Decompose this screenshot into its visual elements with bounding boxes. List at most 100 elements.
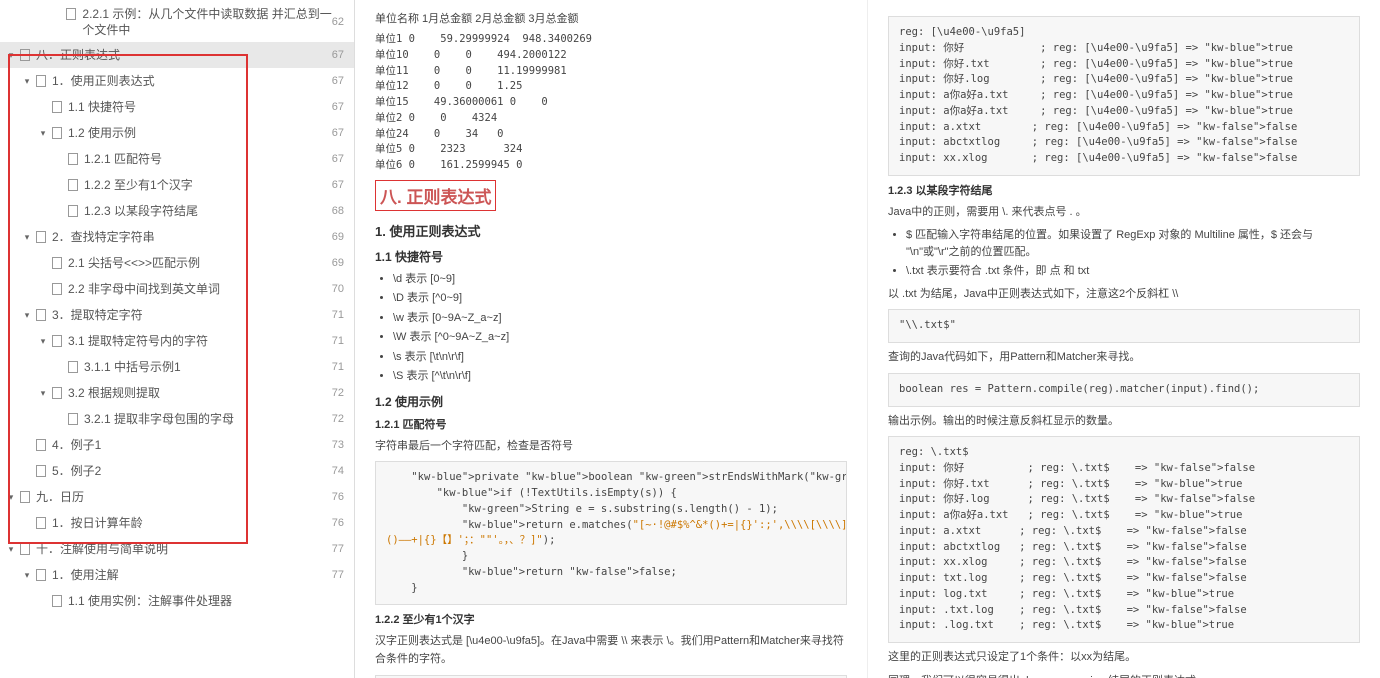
page-icon	[20, 543, 30, 555]
toggle-icon[interactable]: ▾	[22, 570, 32, 580]
toggle-icon	[22, 466, 32, 476]
heading-match-symbol: 1.2.1 匹配符号	[375, 416, 847, 432]
toggle-icon	[38, 596, 48, 606]
list-item: \s 表示 [\t\n\r\f]	[393, 349, 847, 366]
para-output-desc: 输出示例。输出的时候注意反斜杠显示的数量。	[888, 413, 1360, 431]
page-number: 67	[332, 127, 344, 139]
toc-item[interactable]: ▾八．正则表达式67	[0, 42, 354, 68]
toc-item[interactable]: ▾2．查找特定字符串69	[0, 224, 354, 250]
toc-item[interactable]: 5．例子274	[0, 458, 354, 484]
toc-item[interactable]: ▾十．注解使用与简单说明77	[0, 536, 354, 562]
page-left: 单位名称 1月总金额 2月总金额 3月总金额 单位1 0 59.29999924…	[355, 0, 867, 678]
page-icon	[52, 101, 62, 113]
list-item: \W 表示 [^0~9A~Z_a~z]	[393, 329, 847, 346]
page-icon	[20, 491, 30, 503]
toggle-icon[interactable]: ▾	[22, 232, 32, 242]
toc-item[interactable]: ▾3.2 根据规则提取72	[0, 380, 354, 406]
toggle-icon[interactable]: ▾	[6, 544, 16, 554]
para-hanzi-desc: 汉字正则表达式是 [\u4e00-\u9fa5]。在Java中需要 \\ 来表示…	[375, 633, 847, 668]
page-number: 71	[332, 309, 344, 321]
toc-label: 4．例子1	[52, 437, 101, 453]
toc-label: 3.2.1 提取非字母包围的字母	[84, 411, 234, 427]
page-icon	[68, 413, 78, 425]
toggle-icon	[38, 102, 48, 112]
toggle-icon[interactable]: ▾	[6, 492, 16, 502]
page-number: 67	[332, 75, 344, 87]
toc-item[interactable]: 1.1 快捷符号 67	[0, 94, 354, 120]
heading-end-with: 1.2.3 以某段字符结尾	[888, 182, 1360, 198]
toc-item[interactable]: 3.1.1 中括号示例171	[0, 354, 354, 380]
list-item: \.txt 表示要符合 .txt 条件，即 点 和 txt	[906, 263, 1360, 280]
toggle-icon[interactable]: ▾	[22, 310, 32, 320]
page-icon	[36, 517, 46, 529]
toggle-icon	[38, 284, 48, 294]
page-icon	[52, 335, 62, 347]
toc-item[interactable]: 1.2.3 以某段字符结尾68	[0, 198, 354, 224]
list-item: \d 表示 [0~9]	[393, 271, 847, 288]
toc-item[interactable]: ▾3．提取特定字符71	[0, 302, 354, 328]
toc-item[interactable]: 2.2.1 示例：从几个文件中读取数据 并汇总到一个文件中62	[0, 2, 354, 42]
toggle-icon[interactable]: ▾	[6, 50, 16, 60]
toc-item[interactable]: ▾1.2 使用示例67	[0, 120, 354, 146]
toggle-icon	[22, 440, 32, 450]
toc-item[interactable]: 1．按日计算年龄76	[0, 510, 354, 536]
toggle-icon	[54, 206, 64, 216]
page-icon	[68, 153, 78, 165]
toggle-icon	[38, 258, 48, 268]
toggle-icon	[22, 518, 32, 528]
page-icon	[36, 75, 46, 87]
toc-label: 十．注解使用与简单说明	[36, 541, 168, 557]
toggle-icon[interactable]: ▾	[38, 128, 48, 138]
page-number: 71	[332, 335, 344, 347]
table-header: 单位名称 1月总金额 2月总金额 3月总金额	[375, 10, 847, 26]
toc-label: 1．按日计算年龄	[52, 515, 143, 531]
heading-use-regex: 1. 使用正则表达式	[375, 221, 847, 240]
toc-item[interactable]: 1.1 使用实例：注解事件处理器	[0, 588, 354, 614]
list-item: $ 匹配输入字符串结尾的位置。如果设置了 RegExp 对象的 Multilin…	[906, 227, 1360, 260]
list-item: \w 表示 [0~9A~Z_a~z]	[393, 310, 847, 327]
page-number: 70	[332, 283, 344, 295]
toc-item[interactable]: 2.2 非字母中间找到英文单词70	[0, 276, 354, 302]
heading-shortcuts: 1.1 快捷符号	[375, 248, 847, 265]
page-number: 67	[332, 179, 344, 191]
code-txt-regex: "\\.txt$"	[888, 309, 1360, 343]
page-icon	[66, 8, 76, 20]
toc-label: 3.1 提取特定符号内的字符	[68, 333, 208, 349]
page-number: 69	[332, 257, 344, 269]
page-number: 72	[332, 413, 344, 425]
toggle-icon[interactable]: ▾	[22, 76, 32, 86]
toggle-icon	[54, 180, 64, 190]
toc-label: 1.1 快捷符号	[68, 99, 136, 115]
code-mark-match: "kw-blue">private "kw-blue">boolean "kw-…	[375, 461, 847, 605]
page-icon	[68, 361, 78, 373]
toggle-icon	[54, 154, 64, 164]
toggle-icon[interactable]: ▾	[38, 388, 48, 398]
document-content: 单位名称 1月总金额 2月总金额 3月总金额 单位1 0 59.29999924…	[355, 0, 1380, 678]
toc-item[interactable]: 1.2.2 至少有1个汉字 67	[0, 172, 354, 198]
page-icon	[36, 465, 46, 477]
toc-label: 1.1 使用实例：注解事件处理器	[68, 593, 232, 609]
page-number: 76	[332, 491, 344, 503]
page-icon	[36, 439, 46, 451]
toggle-icon	[54, 362, 64, 372]
toc-item[interactable]: 2.1 尖括号<<>>匹配示例69	[0, 250, 354, 276]
toc-item[interactable]: 4．例子173	[0, 432, 354, 458]
toc-item[interactable]: ▾九．日历76	[0, 484, 354, 510]
toc-label: 2.2.1 示例：从几个文件中读取数据 并汇总到一个文件中	[82, 6, 331, 38]
page-icon	[68, 205, 78, 217]
toc-item[interactable]: 3.2.1 提取非字母包围的字母 72	[0, 406, 354, 432]
toc-label: 5．例子2	[52, 463, 101, 479]
toc-item[interactable]: ▾ 3.1 提取特定符号内的字符 71	[0, 328, 354, 354]
end-with-list: $ 匹配输入字符串结尾的位置。如果设置了 RegExp 对象的 Multilin…	[906, 227, 1360, 280]
toggle-icon[interactable]: ▾	[38, 336, 48, 346]
heading-hanzi: 1.2.2 至少有1个汉字	[375, 611, 847, 627]
toc-label: 1.2.2 至少有1个汉字	[84, 177, 193, 193]
page-number: 77	[332, 569, 344, 581]
toc-item[interactable]: 1.2.1 匹配符号67	[0, 146, 354, 172]
toc-item[interactable]: ▾1．使用正则表达式67	[0, 68, 354, 94]
code-hanzi: String reg = "[\\u4e00-\\u9fa5]" // 代码中需…	[375, 675, 847, 678]
page-number: 67	[332, 101, 344, 113]
page-number: 71	[332, 361, 344, 373]
toc-item[interactable]: ▾1．使用注解77	[0, 562, 354, 588]
toc-label: 1.2.1 匹配符号	[84, 151, 162, 167]
